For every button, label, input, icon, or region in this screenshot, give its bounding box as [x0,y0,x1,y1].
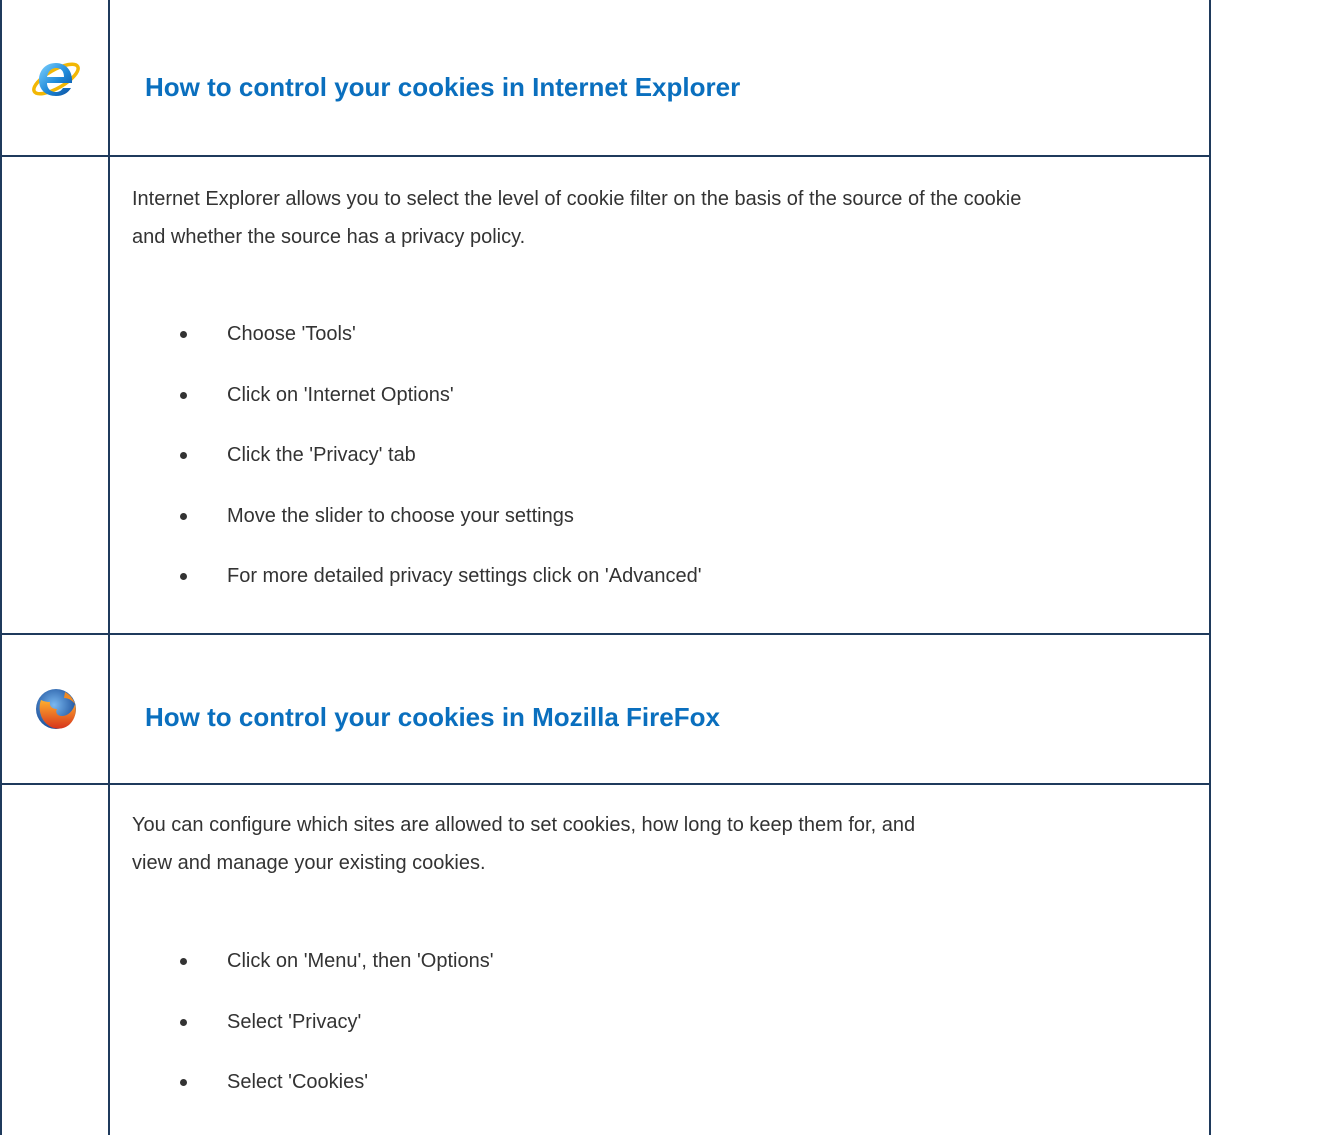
section-description: You can configure which sites are allowe… [132,814,916,836]
step-text: Select 'Cookies' [227,1071,369,1093]
step-text: Click the 'Privacy' tab [227,444,416,466]
step-text: For more detailed privacy settings click… [227,565,702,587]
bullet-icon [180,573,187,580]
steps-list: Click on 'Menu', then 'Options' Select '… [132,946,494,1128]
bullet-icon [180,331,187,338]
step-text: Choose 'Tools' [227,323,356,345]
section-description: and whether the source has a privacy pol… [132,226,526,248]
table-border-right [1209,0,1211,1135]
list-item: Click the 'Privacy' tab [132,440,702,501]
table-column-divider [108,0,110,1135]
list-item: Choose 'Tools' [132,319,702,380]
list-item: Select 'Privacy' [132,1007,494,1068]
bullet-icon [180,958,187,965]
section-title: How to control your cookies in Internet … [145,72,741,102]
step-text: Click on 'Menu', then 'Options' [227,950,494,972]
internet-explorer-icon [2,0,110,155]
list-item: Click on 'Menu', then 'Options' [132,946,494,1007]
bullet-icon [180,391,187,399]
bullet-icon [180,1079,187,1086]
section-title: How to control your cookies in Mozilla F… [145,702,720,732]
list-item: Move the slider to choose your settings [132,501,702,562]
section-description: view and manage your existing cookies. [132,852,486,874]
bullet-icon [180,1018,187,1026]
list-item: For more detailed privacy settings click… [132,561,702,622]
list-item: Select 'Cookies' [132,1067,494,1128]
firefox-icon [2,635,110,783]
step-text: Move the slider to choose your settings [227,504,574,527]
row-divider [0,633,1211,635]
table-border-left [0,0,2,1135]
bullet-icon [180,452,187,459]
section-description: Internet Explorer allows you to select t… [132,188,1022,210]
step-text: Select 'Privacy' [227,1010,362,1033]
step-text: Click on 'Internet Options' [227,383,454,406]
steps-list: Choose 'Tools' Click on 'Internet Option… [132,319,702,622]
row-divider [0,783,1211,785]
list-item: Click on 'Internet Options' [132,380,702,441]
bullet-icon [180,512,187,520]
row-divider [0,155,1211,157]
